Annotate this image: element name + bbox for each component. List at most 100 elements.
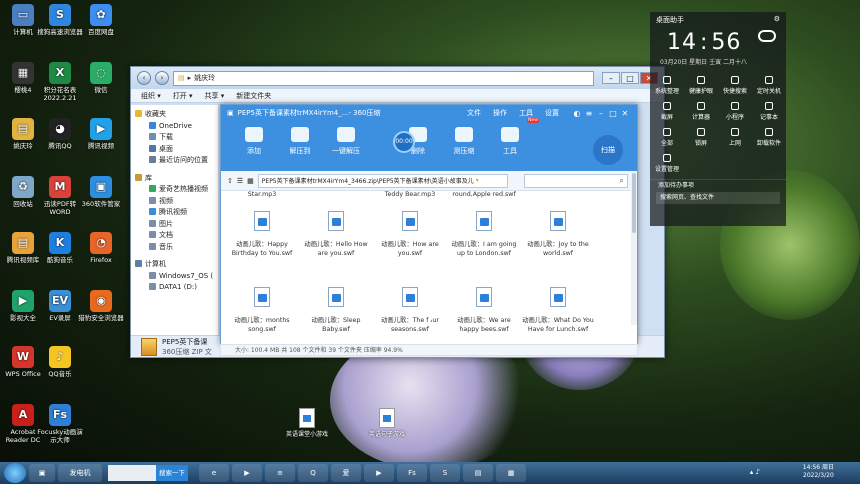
zip-file-item[interactable]: 动画儿歌：How are you.swf xyxy=(373,211,447,258)
sidebar-item[interactable]: 桌面 xyxy=(135,144,218,156)
address-bar[interactable]: ▤ ▸ 姚庆玲 xyxy=(173,70,594,86)
menu-icon[interactable]: ≡ xyxy=(583,109,595,118)
desktop-icon[interactable]: EV EV录屏 xyxy=(37,290,83,322)
pinned-app-icon[interactable]: e xyxy=(199,464,229,482)
back-button[interactable]: ‹ xyxy=(137,71,151,85)
speed-indicator[interactable]: 00:00 xyxy=(393,131,415,153)
zip-file-item[interactable]: Star.mp3 xyxy=(225,191,299,200)
widget-shortcut[interactable]: 卸载软件 xyxy=(752,128,786,147)
desktop-icon[interactable]: ▣ 360软件管家 xyxy=(78,176,124,208)
widget-shortcut[interactable]: 设置管理 xyxy=(650,154,684,173)
forward-button[interactable]: › xyxy=(155,71,169,85)
up-icon[interactable]: ⇧ xyxy=(227,177,233,185)
menu-file[interactable]: 文件 xyxy=(467,108,481,118)
scan-button[interactable]: 扫描 xyxy=(593,135,623,165)
widget-shortcut[interactable]: 锁屏 xyxy=(684,128,718,147)
pinned-app-icon[interactable]: ▶ xyxy=(364,464,394,482)
widget-shortcut[interactable]: 截屏 xyxy=(650,102,684,121)
desktop-icon[interactable]: ▶ 腾讯视频 xyxy=(78,118,124,150)
grid-view-icon[interactable]: ▦ xyxy=(247,177,254,185)
menu-settings[interactable]: 设置 xyxy=(545,108,559,118)
desktop-icon[interactable]: M 迅读PDF转WORD xyxy=(37,176,83,216)
desktop-icon[interactable]: ◕ 腾讯QQ xyxy=(37,118,83,150)
pinned-app-icon[interactable]: ▶ xyxy=(232,464,262,482)
sidebar-item[interactable]: DATA1 (D:) xyxy=(135,282,218,294)
start-button[interactable] xyxy=(4,463,26,483)
network-icon[interactable]: ▴ xyxy=(750,468,754,476)
desktop-icon[interactable]: ◉ 猎豹安全浏览器 xyxy=(78,290,124,322)
pinned-app-icon[interactable]: ▦ xyxy=(496,464,526,482)
taskbar-clock[interactable]: 14:56 周日 2022/3/20 xyxy=(803,464,834,480)
archive-path[interactable]: PEP5英下备课素材trMX4irYm4_3466.zip\PEP5英下备课素材… xyxy=(257,173,508,188)
zip-file-item[interactable]: 动画儿歌：Happy Birthday to You.swf xyxy=(225,211,299,258)
desktop-icon[interactable]: Fs Focusky动画演示大师 xyxy=(37,404,83,444)
new-folder-button[interactable]: 新建文件夹 xyxy=(236,91,271,101)
widget-shortcut[interactable]: 全部 xyxy=(650,128,684,147)
one-click-extract-button[interactable]: 一键解压 xyxy=(323,121,369,156)
widget-shortcut[interactable]: 计算器 xyxy=(684,102,718,121)
widget-search-input[interactable]: 搜索网页、查找文件 xyxy=(656,192,780,204)
zip-file-item[interactable]: 动画儿歌：We are happy bees.swf xyxy=(447,287,521,334)
weather-cloud-icon[interactable] xyxy=(758,30,776,42)
widget-shortcut[interactable]: 上网 xyxy=(718,128,752,147)
desktop-file[interactable]: 英语句子游戏 xyxy=(362,408,412,439)
maximize-button[interactable]: □ xyxy=(621,72,639,84)
desktop-icon[interactable]: ◔ Firefox xyxy=(78,232,124,264)
taskbar-app-icon[interactable]: ▣ xyxy=(29,464,55,482)
zip-file-item[interactable]: 动画儿歌：Sleep Baby.swf xyxy=(299,287,373,334)
pinned-app-icon[interactable]: 爱 xyxy=(331,464,361,482)
sidebar-item[interactable]: 收藏夹 xyxy=(135,109,218,121)
skin-icon[interactable]: ◐ xyxy=(571,109,583,118)
pinned-app-icon[interactable]: S xyxy=(430,464,460,482)
widget-shortcut[interactable]: 定时关机 xyxy=(752,76,786,95)
zip-file-item[interactable]: 动画儿歌：What Do You Have for Lunch.swf xyxy=(521,287,595,334)
sidebar-item[interactable]: 库 xyxy=(135,173,218,185)
volume-icon[interactable]: ♪ xyxy=(756,468,760,476)
sidebar-item[interactable]: 下载 xyxy=(135,132,218,144)
desktop-icon[interactable]: ♪ QQ音乐 xyxy=(37,346,83,378)
desktop-icon[interactable]: ✿ 百度网盘 xyxy=(78,4,124,36)
organize-button[interactable]: 组织 ▾ xyxy=(141,91,161,101)
zip-file-item[interactable]: round,Apple red.swf xyxy=(447,191,521,200)
pinned-app-icon[interactable]: Q xyxy=(298,464,328,482)
zip-file-item[interactable]: 动画儿歌：Hello How are you.swf xyxy=(299,211,373,258)
add-button[interactable]: 添加 xyxy=(231,121,277,156)
zip-file-item[interactable]: 动画儿歌：The four seasons.swf xyxy=(373,287,447,334)
zip-scrollbar[interactable] xyxy=(631,171,637,325)
todo-item[interactable]: 添加待办事项 xyxy=(650,179,786,190)
search-button[interactable]: 搜索一下 xyxy=(156,465,188,481)
scroll-thumb[interactable] xyxy=(632,173,636,233)
test-button[interactable]: 测压缩 xyxy=(441,121,487,156)
minimize-button[interactable]: – xyxy=(602,72,620,84)
sidebar-item[interactable]: 计算机 xyxy=(135,259,218,271)
widget-settings-icon[interactable]: ⚙ xyxy=(774,15,780,23)
widget-shortcut[interactable]: 系统整理 xyxy=(650,76,684,95)
open-button[interactable]: 打开 ▾ xyxy=(173,91,193,101)
desktop-icon[interactable]: X 积分花名表2022.2.21 xyxy=(37,62,83,102)
menu-tools[interactable]: 工具 xyxy=(519,108,533,118)
zip-file-item[interactable]: 动画儿歌：I am going up to London.swf xyxy=(447,211,521,258)
close-button[interactable]: ✕ xyxy=(619,109,631,118)
sidebar-item[interactable]: Windows7_OS ( xyxy=(135,271,218,283)
tools-button[interactable]: 工具 New xyxy=(487,118,539,156)
pinned-app-icon[interactable]: Fs xyxy=(397,464,427,482)
zip-file-item[interactable]: 动画儿歌：months song.swf xyxy=(225,287,299,334)
zip-file-item[interactable]: 动画儿歌：Joy to the world.swf xyxy=(521,211,595,258)
pinned-app-icon[interactable]: ▤ xyxy=(463,464,493,482)
desktop-icon[interactable]: ◌ 微信 xyxy=(78,62,124,94)
menu-operation[interactable]: 操作 xyxy=(493,108,507,118)
dropdown-icon[interactable]: ▾ xyxy=(476,177,479,184)
pinned-app-icon[interactable]: ≡ xyxy=(265,464,295,482)
share-button[interactable]: 共享 ▾ xyxy=(205,91,225,101)
widget-shortcut[interactable]: 记事本 xyxy=(752,102,786,121)
zip-file-item[interactable]: Teddy Bear.mp3 xyxy=(373,191,447,200)
maximize-button[interactable]: □ xyxy=(607,109,619,118)
widget-shortcut[interactable]: 小程序 xyxy=(718,102,752,121)
desktop-icon[interactable]: K 酷狗音乐 xyxy=(37,232,83,264)
extract-to-button[interactable]: 解压到 xyxy=(277,121,323,156)
zip-search-input[interactable]: ⌕ xyxy=(523,173,628,188)
widget-shortcut[interactable]: 快捷搜索 xyxy=(718,76,752,95)
taskbar-search[interactable]: 搜索一下 xyxy=(108,465,188,481)
sidebar-item[interactable]: OneDrive xyxy=(135,121,218,133)
list-view-icon[interactable]: ☰ xyxy=(237,177,243,185)
